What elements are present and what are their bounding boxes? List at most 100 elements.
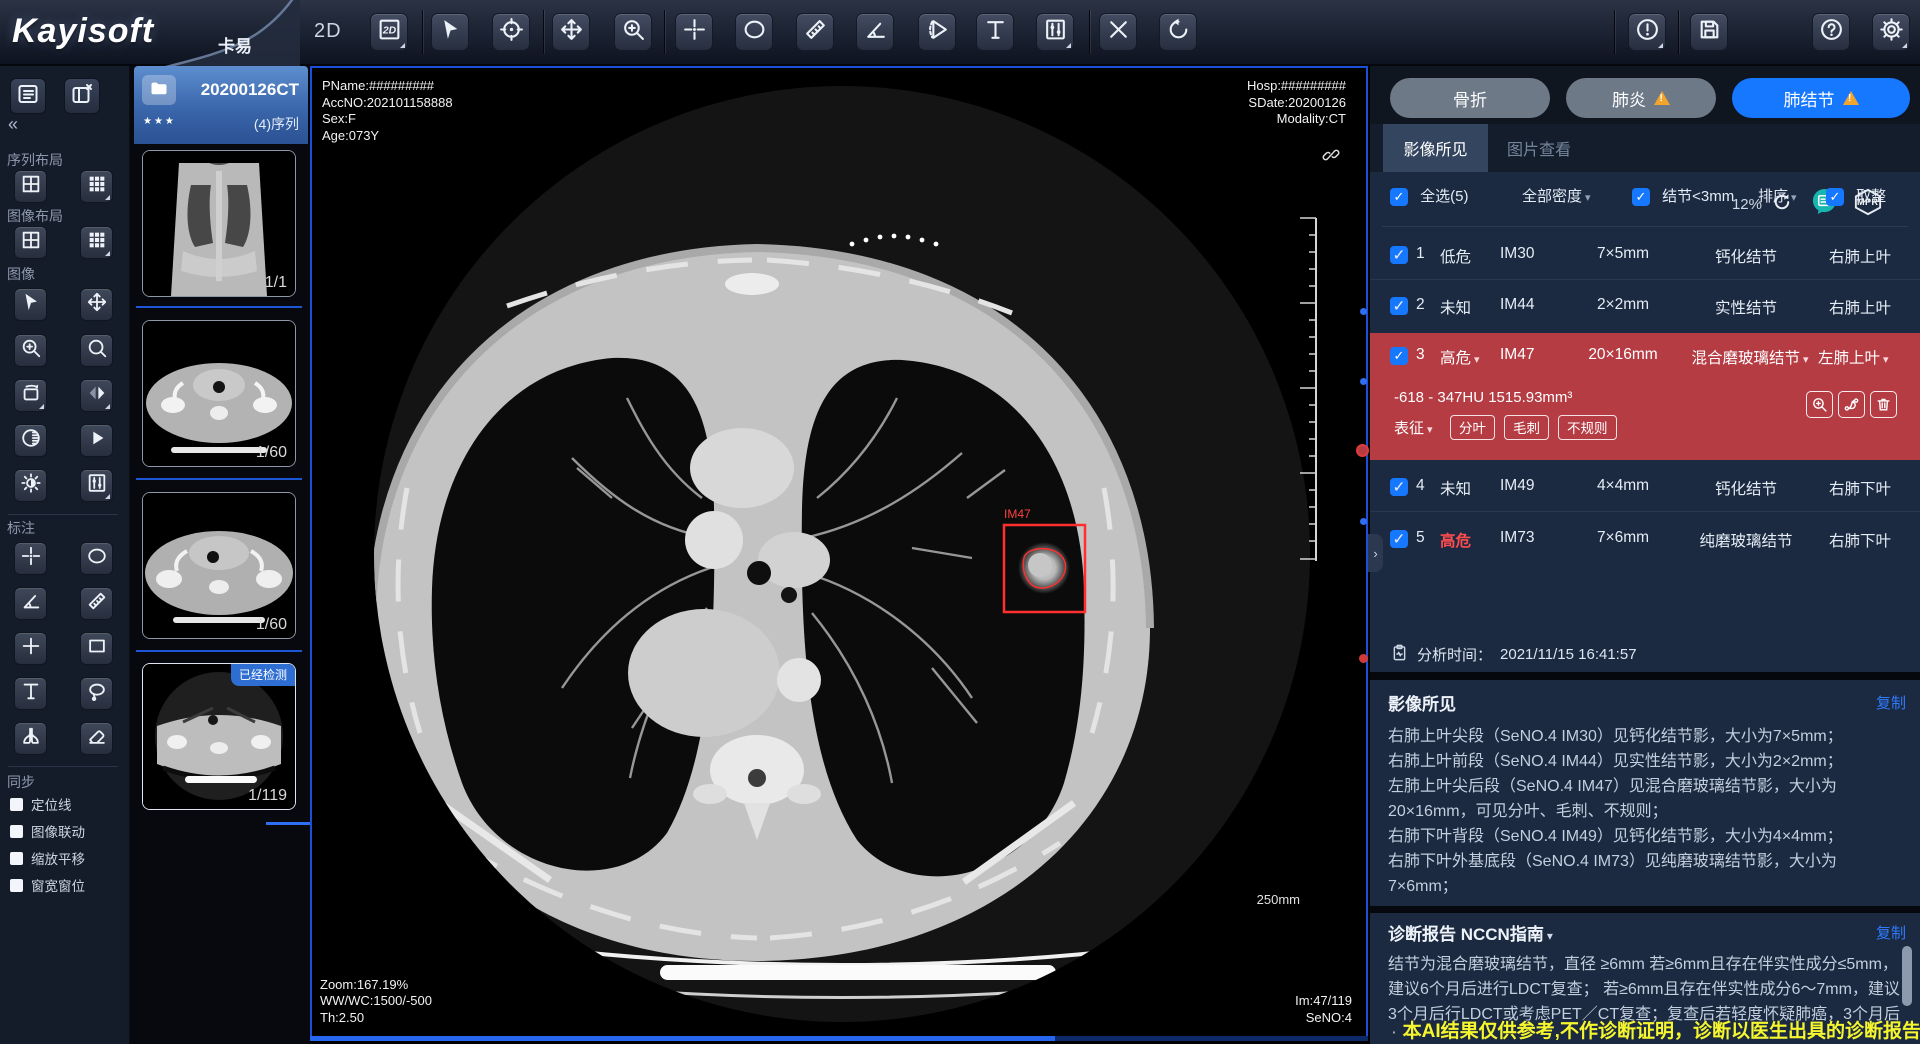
rail-window-level-button[interactable] bbox=[80, 469, 113, 502]
tab-findings[interactable]: 影像所见 bbox=[1383, 124, 1488, 172]
cobb-angle-button[interactable] bbox=[918, 13, 956, 51]
series-scrollbar[interactable] bbox=[310, 1036, 1368, 1041]
nodule-slice-marker[interactable] bbox=[1360, 378, 1367, 385]
link-icon[interactable] bbox=[1322, 146, 1340, 169]
small-nodule-checkbox[interactable]: ✓ 结节<3mm bbox=[1632, 185, 1734, 206]
check-icon[interactable]: ✓ bbox=[1390, 297, 1408, 315]
nodule-row-5[interactable]: ✓ 5 高危 IM73 7×6mm 纯磨玻璃结节 右肺下叶 bbox=[1370, 514, 1920, 564]
panel-collapse-handle[interactable]: › bbox=[1368, 534, 1383, 572]
sync-zoom-pan-checkbox[interactable]: 缩放平移 bbox=[10, 848, 85, 868]
sync-window-checkbox[interactable]: 窗宽窗位 bbox=[10, 875, 85, 895]
rail-play-button[interactable] bbox=[80, 424, 113, 457]
text-annotation-button[interactable] bbox=[976, 13, 1014, 51]
nodule-slice-marker[interactable] bbox=[1359, 654, 1368, 663]
tab-image-view[interactable]: 图片查看 bbox=[1496, 124, 1582, 172]
report-title[interactable]: 诊断报告 NCCN指南▾ bbox=[1388, 920, 1553, 945]
thumbnail-scout[interactable]: 1/1 bbox=[142, 150, 296, 297]
annot-text-button[interactable] bbox=[14, 677, 47, 710]
annot-lasso-button[interactable] bbox=[80, 677, 113, 710]
findings-copy-button[interactable]: 复制 bbox=[1876, 692, 1906, 713]
nodule-slice-marker[interactable] bbox=[1360, 518, 1367, 525]
sort-dropdown[interactable]: 排序▾ bbox=[1758, 185, 1797, 206]
image-grid-3x3-button[interactable] bbox=[80, 226, 113, 259]
series-header[interactable]: 20200126CT ★★★ (4)序列 bbox=[134, 66, 308, 144]
settings-button[interactable] bbox=[1872, 13, 1910, 51]
check-icon[interactable]: ✓ bbox=[1390, 530, 1408, 548]
check-icon[interactable]: ✓ bbox=[1390, 246, 1408, 264]
layout-2d-button[interactable]: 2D bbox=[370, 13, 408, 51]
annot-rect-button[interactable] bbox=[80, 632, 113, 665]
annot-ruler-button[interactable] bbox=[80, 587, 113, 620]
rail-zoom-button[interactable] bbox=[14, 334, 47, 367]
thumbnail-series-3[interactable]: 1/60 bbox=[142, 492, 296, 639]
rail-pointer-button[interactable] bbox=[14, 288, 47, 321]
nodule-row-4[interactable]: ✓ 4 未知 IM49 4×4mm 钙化结节 右肺下叶 bbox=[1370, 462, 1920, 512]
collapse-rail-button[interactable]: « bbox=[8, 114, 18, 135]
angle-tool-button[interactable] bbox=[856, 13, 894, 51]
nodule-slice-marker[interactable] bbox=[1360, 308, 1367, 315]
rail-divider bbox=[8, 766, 118, 767]
image-grid-2x2-button[interactable] bbox=[14, 226, 47, 259]
zoom-tool-button[interactable] bbox=[614, 13, 652, 51]
save-button[interactable] bbox=[1690, 13, 1728, 51]
annot-lung-button[interactable] bbox=[14, 722, 47, 755]
delete-nodule-button[interactable] bbox=[1870, 391, 1897, 418]
nodule-row-3-selected[interactable]: ✓ 3 高危▾ IM47 20×16mm 混合磨玻璃结节▾ 左肺上叶▾ -618… bbox=[1370, 333, 1920, 460]
type-dropdown[interactable]: 混合磨玻璃结节▾ bbox=[1670, 346, 1830, 368]
module-fracture[interactable]: 骨折 bbox=[1390, 78, 1550, 118]
annot-ellipse-button[interactable] bbox=[80, 542, 113, 575]
nodule-row-1[interactable]: ✓ 1 低危 IM30 7×5mm 钙化结节 右肺上叶 bbox=[1370, 230, 1920, 280]
check-icon[interactable]: ✓ bbox=[1390, 478, 1408, 496]
annot-point-button[interactable] bbox=[14, 542, 47, 575]
active-slice-marker[interactable] bbox=[1356, 444, 1369, 457]
pan-tool-button[interactable] bbox=[552, 13, 590, 51]
thumbnail-series-4-selected[interactable]: 已经检测 1/119 bbox=[142, 663, 296, 810]
annot-eraser-button[interactable] bbox=[80, 722, 113, 755]
close-layout-tab[interactable] bbox=[64, 78, 100, 114]
select-all-checkbox[interactable]: ✓ 全选(5) bbox=[1390, 185, 1469, 206]
cobb-angle-icon bbox=[925, 17, 950, 47]
annot-cross-button[interactable] bbox=[14, 632, 47, 665]
report-copy-button[interactable]: 复制 bbox=[1876, 922, 1906, 943]
ruler-tool-button[interactable] bbox=[796, 13, 834, 51]
check-icon[interactable]: ✓ bbox=[1390, 347, 1408, 365]
sync-image-link-checkbox[interactable]: 图像联动 bbox=[10, 821, 85, 841]
nodule-row-2[interactable]: ✓ 2 未知 IM44 2×2mm 实性结节 右肺上叶 bbox=[1370, 281, 1920, 331]
annot-angle-button[interactable] bbox=[14, 587, 47, 620]
point-annotation-button[interactable] bbox=[675, 13, 713, 51]
scale-label: 250mm bbox=[1257, 892, 1300, 907]
rail-invert-button[interactable] bbox=[14, 424, 47, 457]
module-lung-nodule-active[interactable]: 肺结节 bbox=[1732, 78, 1910, 118]
rail-rotate-button[interactable] bbox=[14, 379, 47, 412]
round-checkbox[interactable]: ✓ 取整 bbox=[1826, 185, 1886, 206]
module-pneumonia[interactable]: 肺炎 bbox=[1566, 78, 1716, 118]
report-scroll-thumb[interactable] bbox=[1902, 946, 1912, 1006]
ellipse-annotation-button[interactable] bbox=[735, 13, 773, 51]
alert-button[interactable] bbox=[1628, 13, 1666, 51]
series-grid-3x3-button[interactable] bbox=[80, 170, 113, 203]
reset-view-button[interactable] bbox=[1159, 13, 1197, 51]
series-list-tab[interactable] bbox=[10, 78, 46, 114]
series-grid-2x2-button[interactable] bbox=[14, 170, 47, 203]
rail-magnifier-button[interactable] bbox=[80, 334, 113, 367]
feature-dropdown[interactable]: 表征▾ bbox=[1394, 417, 1433, 438]
density-filter-dropdown[interactable]: 全部密度▾ bbox=[1522, 185, 1591, 206]
sync-item-label: 定位线 bbox=[31, 794, 72, 814]
follow-up-compare-button[interactable] bbox=[1838, 391, 1865, 418]
thumbnail-series-2[interactable]: 1/60 bbox=[142, 320, 296, 467]
rail-pan-button[interactable] bbox=[80, 288, 113, 321]
magnify-nodule-button[interactable] bbox=[1806, 391, 1833, 418]
folder-button[interactable] bbox=[142, 75, 176, 105]
risk-dropdown[interactable]: 高危▾ bbox=[1440, 346, 1480, 368]
sync-localizer-checkbox[interactable]: 定位线 bbox=[10, 794, 72, 814]
rail-brightness-button[interactable] bbox=[14, 469, 47, 502]
rail-flip-button[interactable] bbox=[80, 379, 113, 412]
ct-viewport[interactable]: IM47 250mm PName:######### AccNO:2021011… bbox=[310, 66, 1368, 1038]
localizer-tool-button[interactable] bbox=[492, 13, 530, 51]
delete-annotation-button[interactable] bbox=[1099, 13, 1137, 51]
pointer-tool-button[interactable] bbox=[431, 13, 469, 51]
series-scroll-thumb[interactable] bbox=[310, 1036, 1055, 1041]
window-level-button[interactable] bbox=[1036, 13, 1074, 51]
location-dropdown[interactable]: 左肺上叶▾ bbox=[1818, 346, 1889, 368]
help-button[interactable] bbox=[1812, 13, 1850, 51]
